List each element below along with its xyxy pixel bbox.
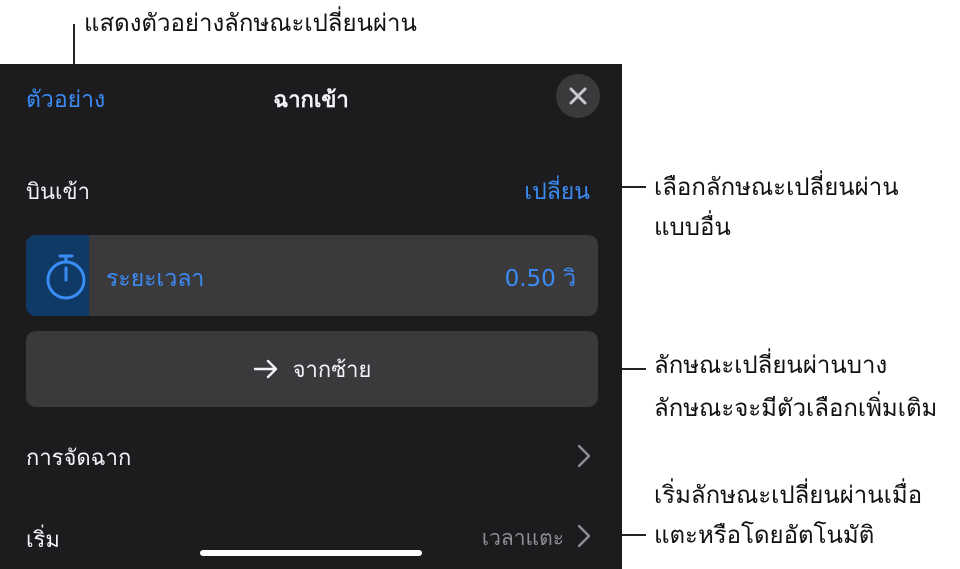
home-indicator bbox=[200, 550, 422, 556]
callout-direction-line2: ลักษณะจะมีตัวเลือกเพิ่มเติม bbox=[654, 394, 938, 422]
direction-label: จากซ้าย bbox=[292, 357, 372, 383]
callout-change-line1: เลือกลักษณะเปลี่ยนผ่าน bbox=[654, 173, 899, 201]
callout-start-line1: เริ่มลักษณะเปลี่ยนผ่านเมื่อ bbox=[654, 481, 923, 509]
arrow-right-icon bbox=[253, 359, 277, 379]
duration-label: ระยะเวลา bbox=[106, 266, 205, 292]
callout-change-line2: แบบอื่น bbox=[654, 213, 731, 241]
start-label: เริ่ม bbox=[26, 528, 60, 553]
start-value: เวลาแตะ bbox=[481, 526, 564, 550]
chevron-right-icon bbox=[577, 444, 591, 468]
duration-slider[interactable]: ระยะเวลา 0.50 วิ bbox=[26, 235, 598, 316]
close-icon bbox=[569, 87, 587, 105]
chevron-right-icon bbox=[577, 524, 591, 548]
duration-value: 0.50 วิ bbox=[504, 266, 576, 292]
callout-start-line2: แตะหรือโดยอัตโนมัติ bbox=[654, 521, 875, 549]
callout-preview: แสดงตัวอย่างลักษณะเปลี่ยนผ่าน bbox=[84, 9, 417, 37]
stopwatch-icon bbox=[46, 254, 86, 300]
transition-panel: ตัวอย่าง ฉากเข้า บินเข้า เปลี่ยน ระยะเวล… bbox=[0, 64, 622, 569]
close-button[interactable] bbox=[556, 74, 600, 118]
transition-name: บินเข้า bbox=[26, 180, 90, 205]
callout-direction-line1: ลักษณะเปลี่ยนผ่านบาง bbox=[654, 351, 888, 379]
delivery-label: การจัดฉาก bbox=[26, 446, 132, 471]
direction-button[interactable]: จากซ้าย bbox=[26, 331, 598, 407]
panel-title: ฉากเข้า bbox=[273, 88, 349, 113]
change-button[interactable]: เปลี่ยน bbox=[524, 174, 590, 210]
